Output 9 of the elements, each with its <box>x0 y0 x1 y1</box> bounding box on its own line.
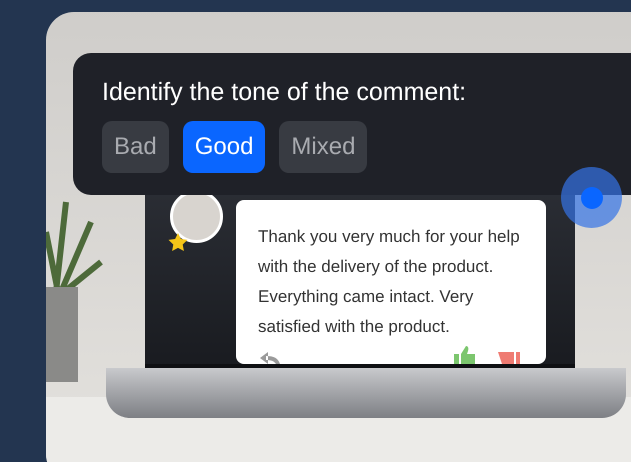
question-title: Identify the tone of the comment: <box>102 77 468 107</box>
tone-option[interactable]: Mixed <box>279 121 368 173</box>
thumbs-down-icon[interactable] <box>498 352 520 364</box>
star-icon <box>168 233 188 252</box>
thumbs-up-icon[interactable] <box>454 346 476 364</box>
tone-option[interactable]: Good <box>182 121 266 173</box>
comment-text: Thank you very much for your help with the delivery of the product. Everything came intact. Very satisfied with the product. <box>258 226 521 338</box>
reply-icon[interactable] <box>258 350 282 364</box>
tone-option[interactable]: Bad <box>102 121 169 173</box>
